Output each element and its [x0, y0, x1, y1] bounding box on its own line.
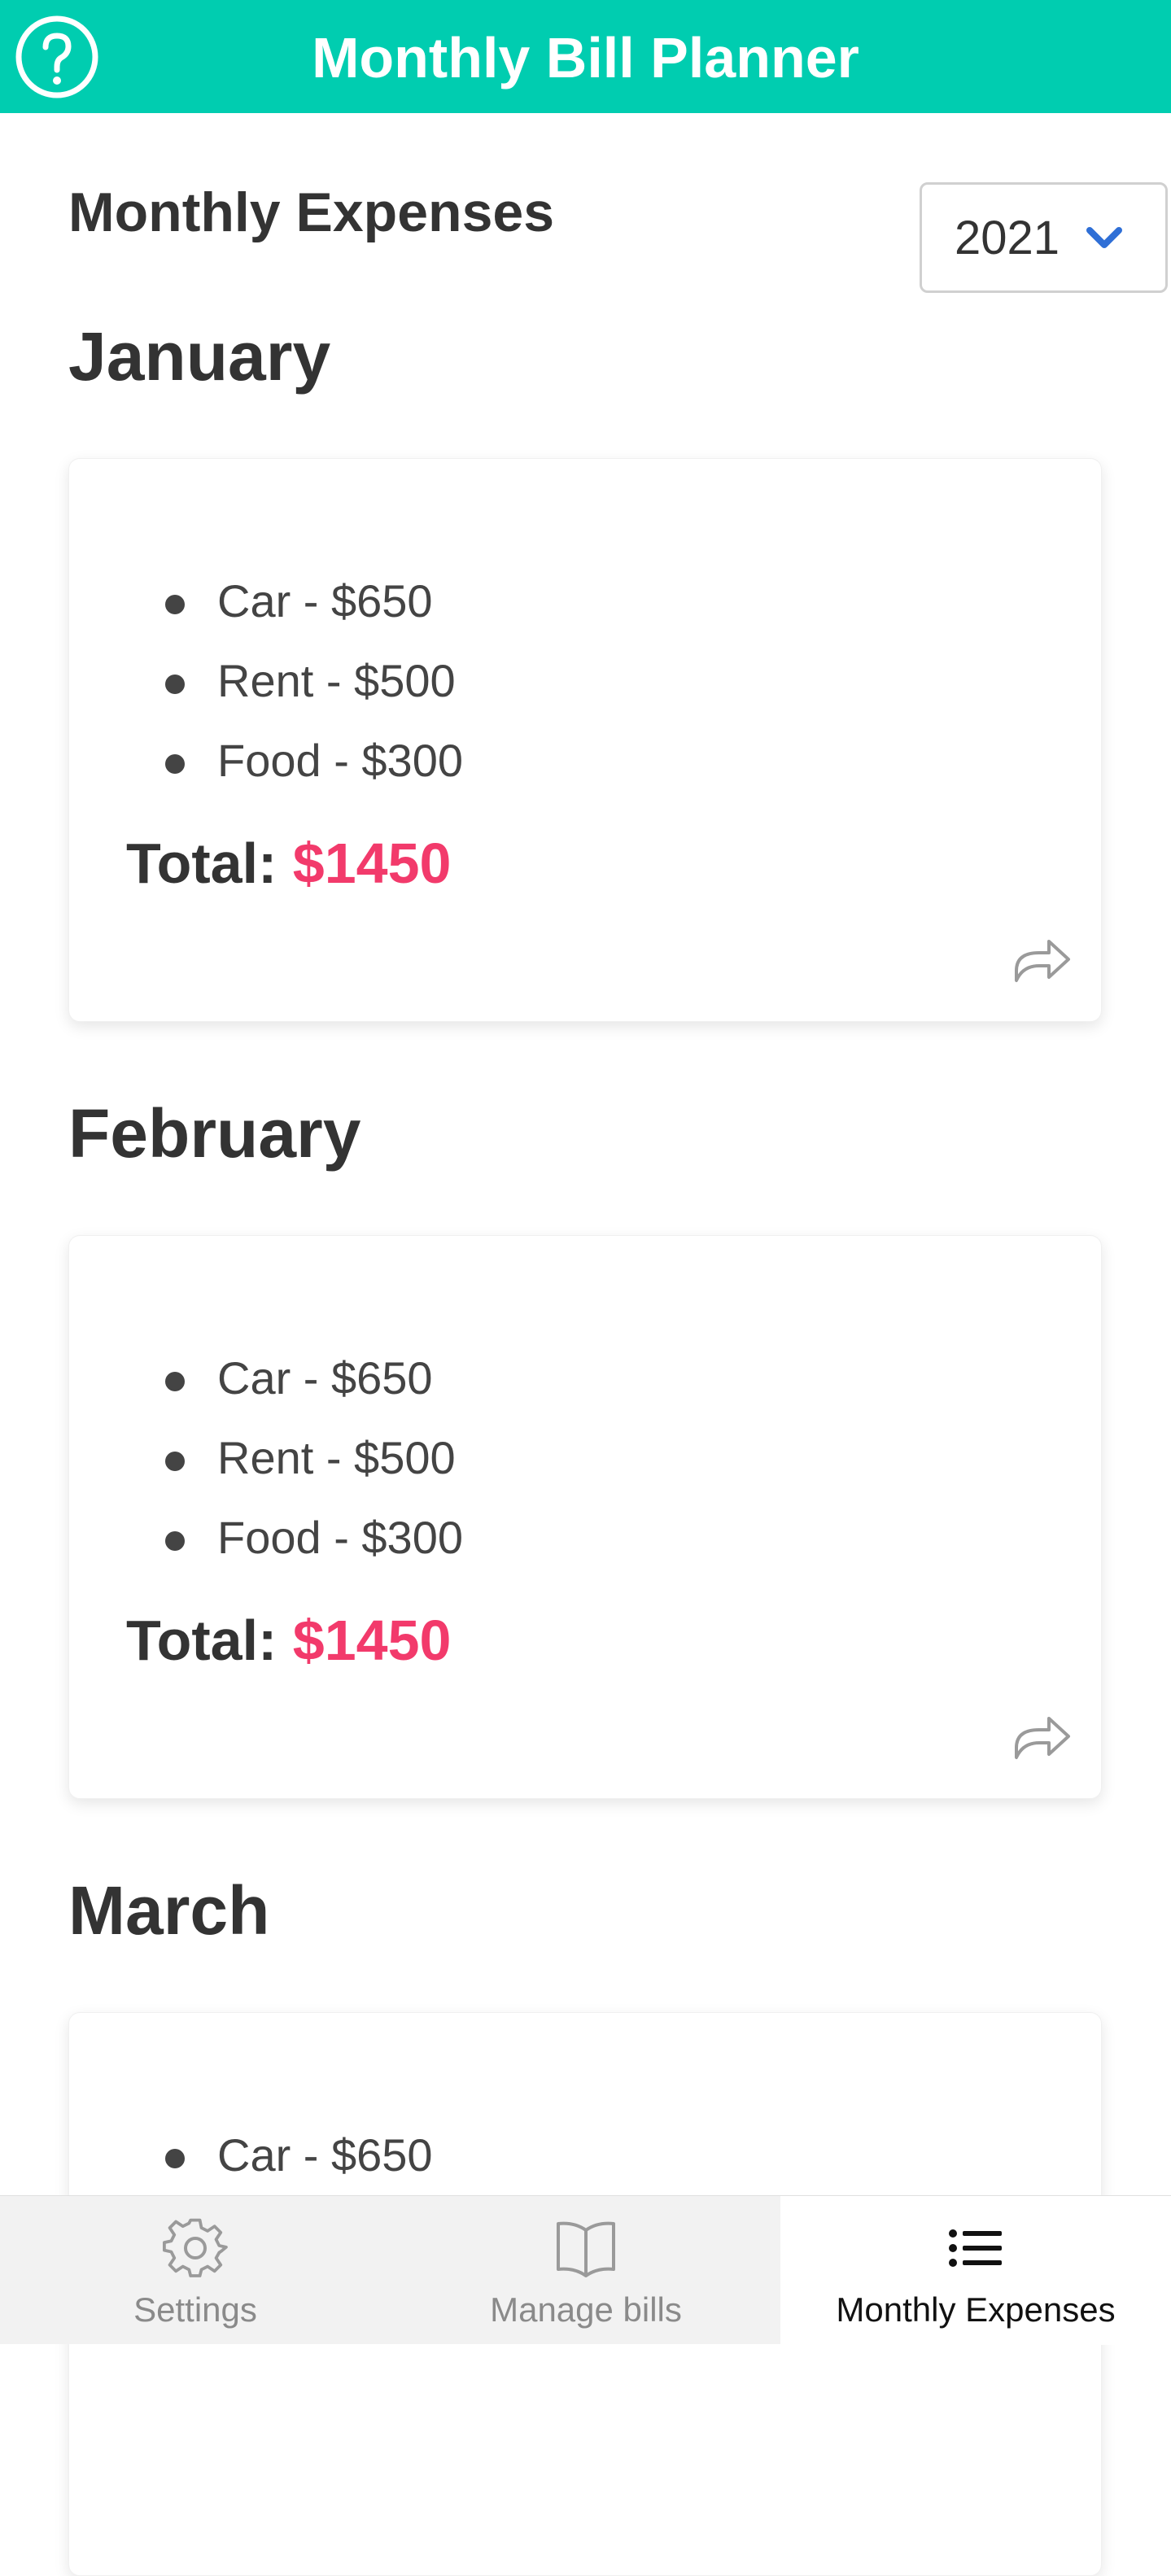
- expense-item: Food - $300: [69, 721, 463, 801]
- tab-label: Manage bills: [490, 2290, 682, 2329]
- share-icon[interactable]: [1013, 1712, 1072, 1761]
- chevron-down-icon: [1086, 227, 1122, 248]
- app-title: Monthly Bill Planner: [312, 26, 859, 90]
- expense-item: Rent - $500: [69, 641, 463, 721]
- share-icon[interactable]: [1013, 935, 1072, 984]
- year-select-value: 2021: [955, 212, 1060, 264]
- expense-item: Rent - $500: [69, 1418, 463, 1498]
- gear-icon: [163, 2218, 228, 2277]
- total-amount: $1450: [292, 832, 452, 895]
- tab-settings[interactable]: Settings: [0, 2196, 391, 2345]
- month-total: Total: $1450: [126, 1612, 451, 1669]
- app-header: Monthly Bill Planner: [0, 0, 1171, 113]
- list-icon: [949, 2229, 1002, 2267]
- expense-list: Car - $650 Rent - $500 Food - $300: [69, 561, 463, 801]
- month-title-march: March: [68, 1872, 270, 1949]
- expense-item: Food - $300: [69, 1498, 463, 1578]
- total-label: Total:: [126, 832, 277, 895]
- month-card-january: Car - $650 Rent - $500 Food - $300 Total…: [68, 458, 1102, 1022]
- year-select[interactable]: 2021: [920, 182, 1168, 293]
- month-title-february: February: [68, 1095, 361, 1172]
- total-amount: $1450: [292, 1609, 452, 1672]
- tab-monthly-expenses[interactable]: Monthly Expenses: [780, 2196, 1171, 2345]
- expense-item: Car - $650: [69, 561, 463, 641]
- month-total: Total: $1450: [126, 835, 451, 892]
- tab-label: Monthly Expenses: [836, 2290, 1116, 2329]
- expense-item: Car - $650: [69, 2115, 433, 2195]
- tab-manage-bills[interactable]: Manage bills: [391, 2196, 781, 2345]
- total-label: Total:: [126, 1609, 277, 1672]
- book-icon: [557, 2221, 615, 2277]
- expense-list: Car - $650 Rent - $500 Food - $300: [69, 1338, 463, 1578]
- bottom-tab-bar: Settings Manage bills Monthly Expenses: [0, 2195, 1171, 2345]
- month-card-february: Car - $650 Rent - $500 Food - $300 Total…: [68, 1235, 1102, 1799]
- page-title: Monthly Expenses: [68, 181, 555, 243]
- tab-label: Settings: [133, 2290, 257, 2329]
- month-title-january: January: [68, 318, 331, 395]
- expense-list: Car - $650: [69, 2115, 433, 2195]
- expense-item: Car - $650: [69, 1338, 463, 1418]
